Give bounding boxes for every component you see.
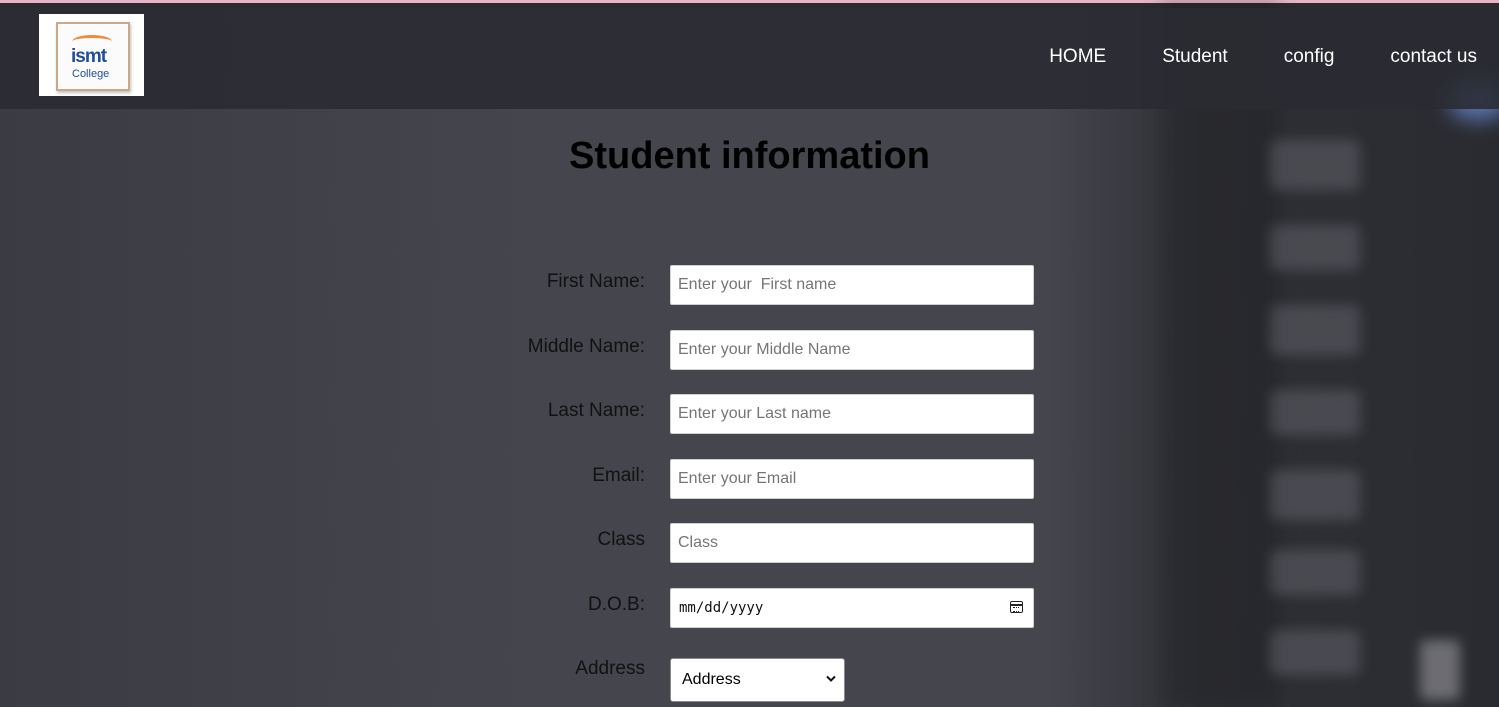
address-select[interactable]: Address bbox=[670, 658, 845, 702]
background-blur-block bbox=[1270, 225, 1360, 270]
last-name-label: Last Name: bbox=[547, 400, 645, 421]
email-row: Email: bbox=[0, 459, 1499, 499]
address-row: Address Address bbox=[0, 658, 1499, 702]
class-input[interactable] bbox=[670, 523, 1034, 563]
email-label: Email: bbox=[592, 465, 645, 486]
first-name-row: First Name: bbox=[0, 265, 1499, 305]
dob-row: D.O.B: mm/dd/yyyy bbox=[0, 588, 1499, 628]
college-logo[interactable]: ismt College bbox=[39, 14, 144, 96]
middle-name-input[interactable] bbox=[670, 330, 1034, 370]
nav-link-config[interactable]: config bbox=[1284, 46, 1335, 68]
address-label: Address bbox=[575, 658, 645, 679]
logo-brand-text: ismt bbox=[71, 46, 107, 67]
nav-link-student[interactable]: Student bbox=[1162, 46, 1228, 68]
last-name-input[interactable] bbox=[670, 394, 1034, 434]
dob-date-input[interactable]: mm/dd/yyyy bbox=[670, 588, 1034, 628]
top-navbar: ismt College HOME Student config contact… bbox=[0, 8, 1499, 109]
chevron-down-icon bbox=[826, 675, 836, 682]
page-title: Student information bbox=[569, 135, 930, 177]
middle-name-row: Middle Name: bbox=[0, 330, 1499, 370]
last-name-row: Last Name: bbox=[0, 394, 1499, 434]
first-name-input[interactable] bbox=[670, 265, 1034, 305]
middle-name-label: Middle Name: bbox=[527, 336, 645, 357]
dob-date-value[interactable]: mm/dd/yyyy bbox=[679, 600, 763, 616]
calendar-icon[interactable] bbox=[1010, 601, 1023, 613]
main-nav: HOME Student config contact us bbox=[993, 46, 1477, 68]
class-row: Class bbox=[0, 523, 1499, 563]
logo-frame: ismt College bbox=[56, 22, 130, 91]
logo-subtitle-text: College bbox=[72, 68, 110, 80]
address-select-value: Address bbox=[682, 671, 741, 688]
first-name-label: First Name: bbox=[546, 271, 645, 292]
email-input[interactable] bbox=[670, 459, 1034, 499]
nav-link-contact-us[interactable]: contact us bbox=[1390, 46, 1477, 68]
nav-link-home[interactable]: HOME bbox=[1049, 46, 1106, 68]
class-label: Class bbox=[597, 529, 645, 550]
dob-label: D.O.B: bbox=[587, 594, 645, 615]
